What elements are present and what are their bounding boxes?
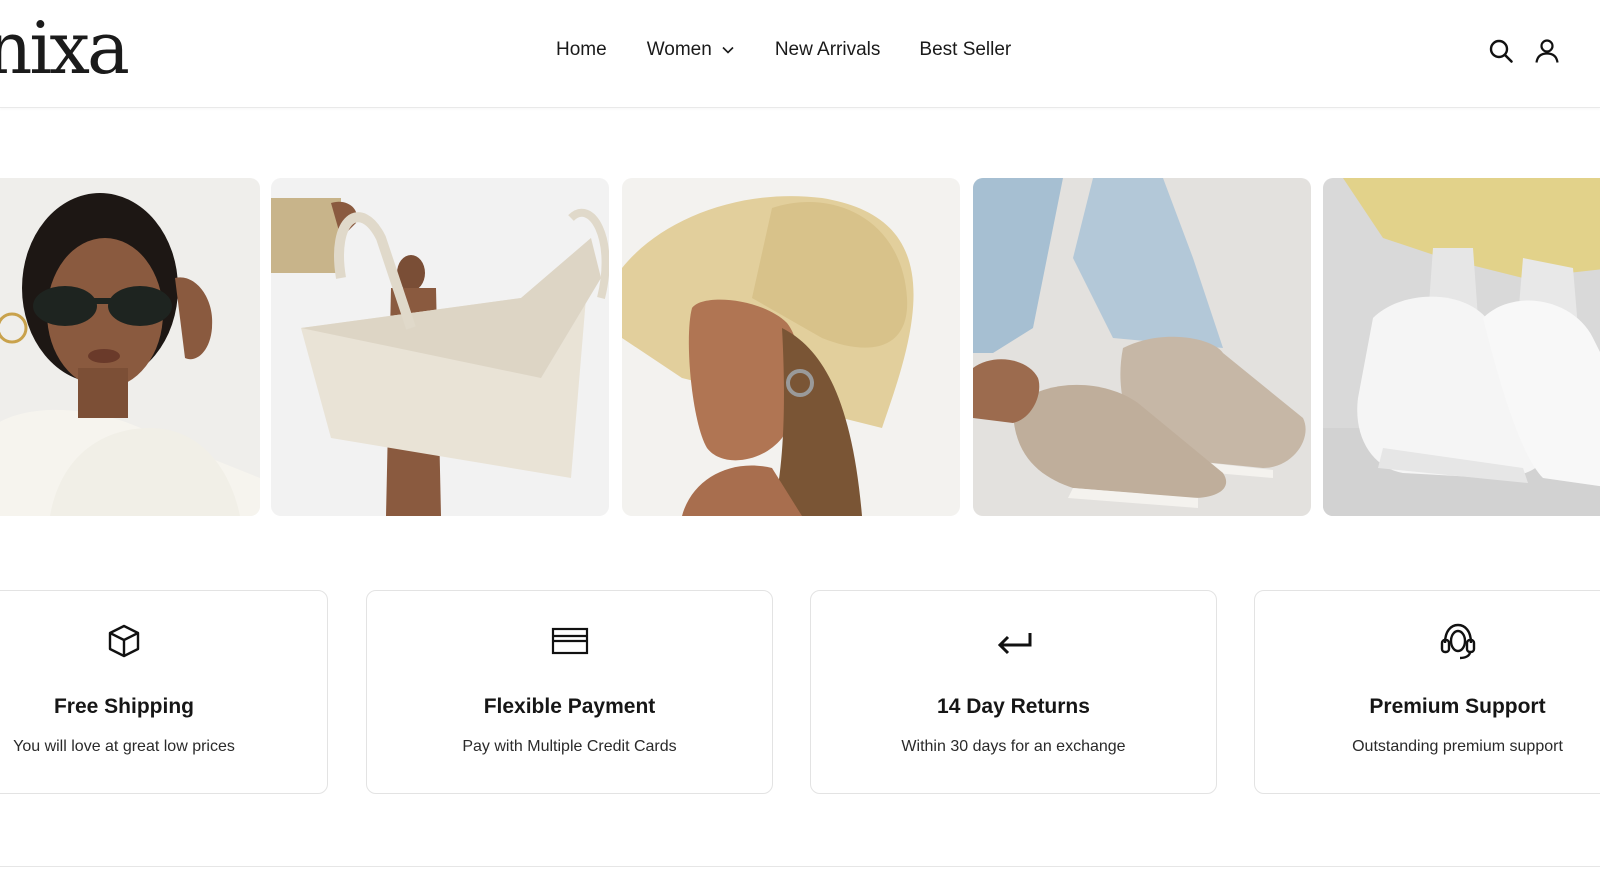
features-row: Free Shipping You will love at great low… <box>0 590 1600 794</box>
feature-title: 14 Day Returns <box>937 695 1090 718</box>
nav-item-label: New Arrivals <box>774 39 881 60</box>
nav-item-label: Women <box>646 39 712 60</box>
straw-hat-photo[interactable] <box>622 178 960 516</box>
return-arrow-icon <box>994 621 1034 661</box>
feature-card: Premium Support Outstanding premium supp… <box>1254 590 1600 794</box>
site-header: nixa Home Women New Arrivals Best Seller <box>0 0 1600 108</box>
nav-item-home[interactable]: Home <box>556 36 607 64</box>
woman-sunglasses-photo[interactable] <box>0 178 260 516</box>
headset-icon <box>1438 621 1478 661</box>
product-gallery <box>0 178 1600 516</box>
search-icon[interactable] <box>1488 38 1514 64</box>
nav-item-label: Home <box>556 39 607 60</box>
account-icon[interactable] <box>1534 38 1560 64</box>
box-icon <box>104 621 144 661</box>
feature-title: Flexible Payment <box>483 695 656 718</box>
nav-item-new-arrivals[interactable]: New Arrivals <box>775 36 881 64</box>
feature-description: Within 30 days for an exchange <box>901 738 1126 755</box>
feature-description: Outstanding premium support <box>1352 738 1563 755</box>
cream-tote-bag-photo[interactable] <box>271 178 609 516</box>
chevron-down-icon <box>722 46 734 54</box>
nav-item-women[interactable]: Women <box>647 36 735 64</box>
feature-title: Free Shipping <box>53 695 194 718</box>
feature-description: Pay with Multiple Credit Cards <box>462 738 677 755</box>
brand-logo[interactable]: nixa <box>0 6 130 90</box>
main-nav: Home Women New Arrivals Best Seller <box>556 36 1011 64</box>
feature-card: Flexible Payment Pay with Multiple Credi… <box>366 590 773 794</box>
white-sneakers-photo[interactable] <box>1323 178 1600 516</box>
nav-item-label: Best Seller <box>919 39 1012 60</box>
nav-item-best-seller[interactable]: Best Seller <box>919 36 1011 64</box>
section-divider <box>0 866 1600 867</box>
feature-title: Premium Support <box>1369 695 1546 718</box>
credit-card-icon <box>550 621 590 661</box>
feature-card: Free Shipping You will love at great low… <box>0 590 328 794</box>
suede-slip-on-shoes-photo[interactable] <box>973 178 1311 516</box>
feature-card: 14 Day Returns Within 30 days for an exc… <box>810 590 1217 794</box>
feature-description: You will love at great low prices <box>13 738 235 755</box>
